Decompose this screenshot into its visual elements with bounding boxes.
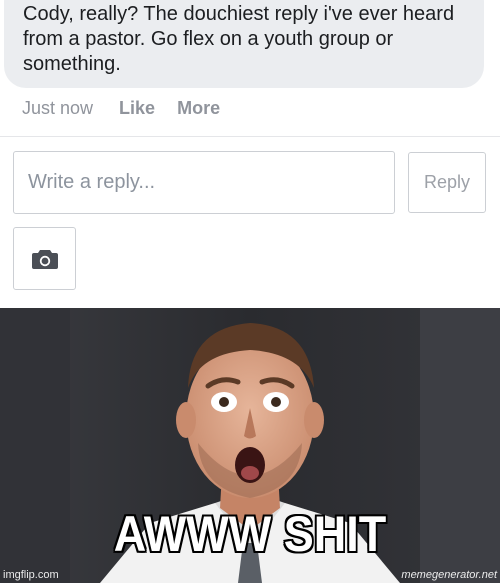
comment-section: Cody, really? The douchiest reply i've e… <box>0 0 500 308</box>
comment-bubble: Cody, really? The douchiest reply i've e… <box>4 0 484 88</box>
comment-meta-row: Just now Like More <box>22 95 242 121</box>
camera-button[interactable] <box>13 227 76 290</box>
more-button[interactable]: More <box>177 98 220 119</box>
like-button[interactable]: Like <box>119 98 155 119</box>
reply-button[interactable]: Reply <box>408 152 486 213</box>
camera-icon <box>31 249 58 269</box>
divider <box>0 136 500 137</box>
watermark-left: imgflip.com <box>3 569 59 581</box>
meme-caption: AWWW SHIT <box>113 506 387 562</box>
reply-input[interactable] <box>13 151 395 214</box>
watermark-right: memegenerator.net <box>401 569 497 581</box>
comment-text: Cody, really? The douchiest reply i've e… <box>23 3 455 75</box>
comment-timestamp: Just now <box>22 97 94 118</box>
